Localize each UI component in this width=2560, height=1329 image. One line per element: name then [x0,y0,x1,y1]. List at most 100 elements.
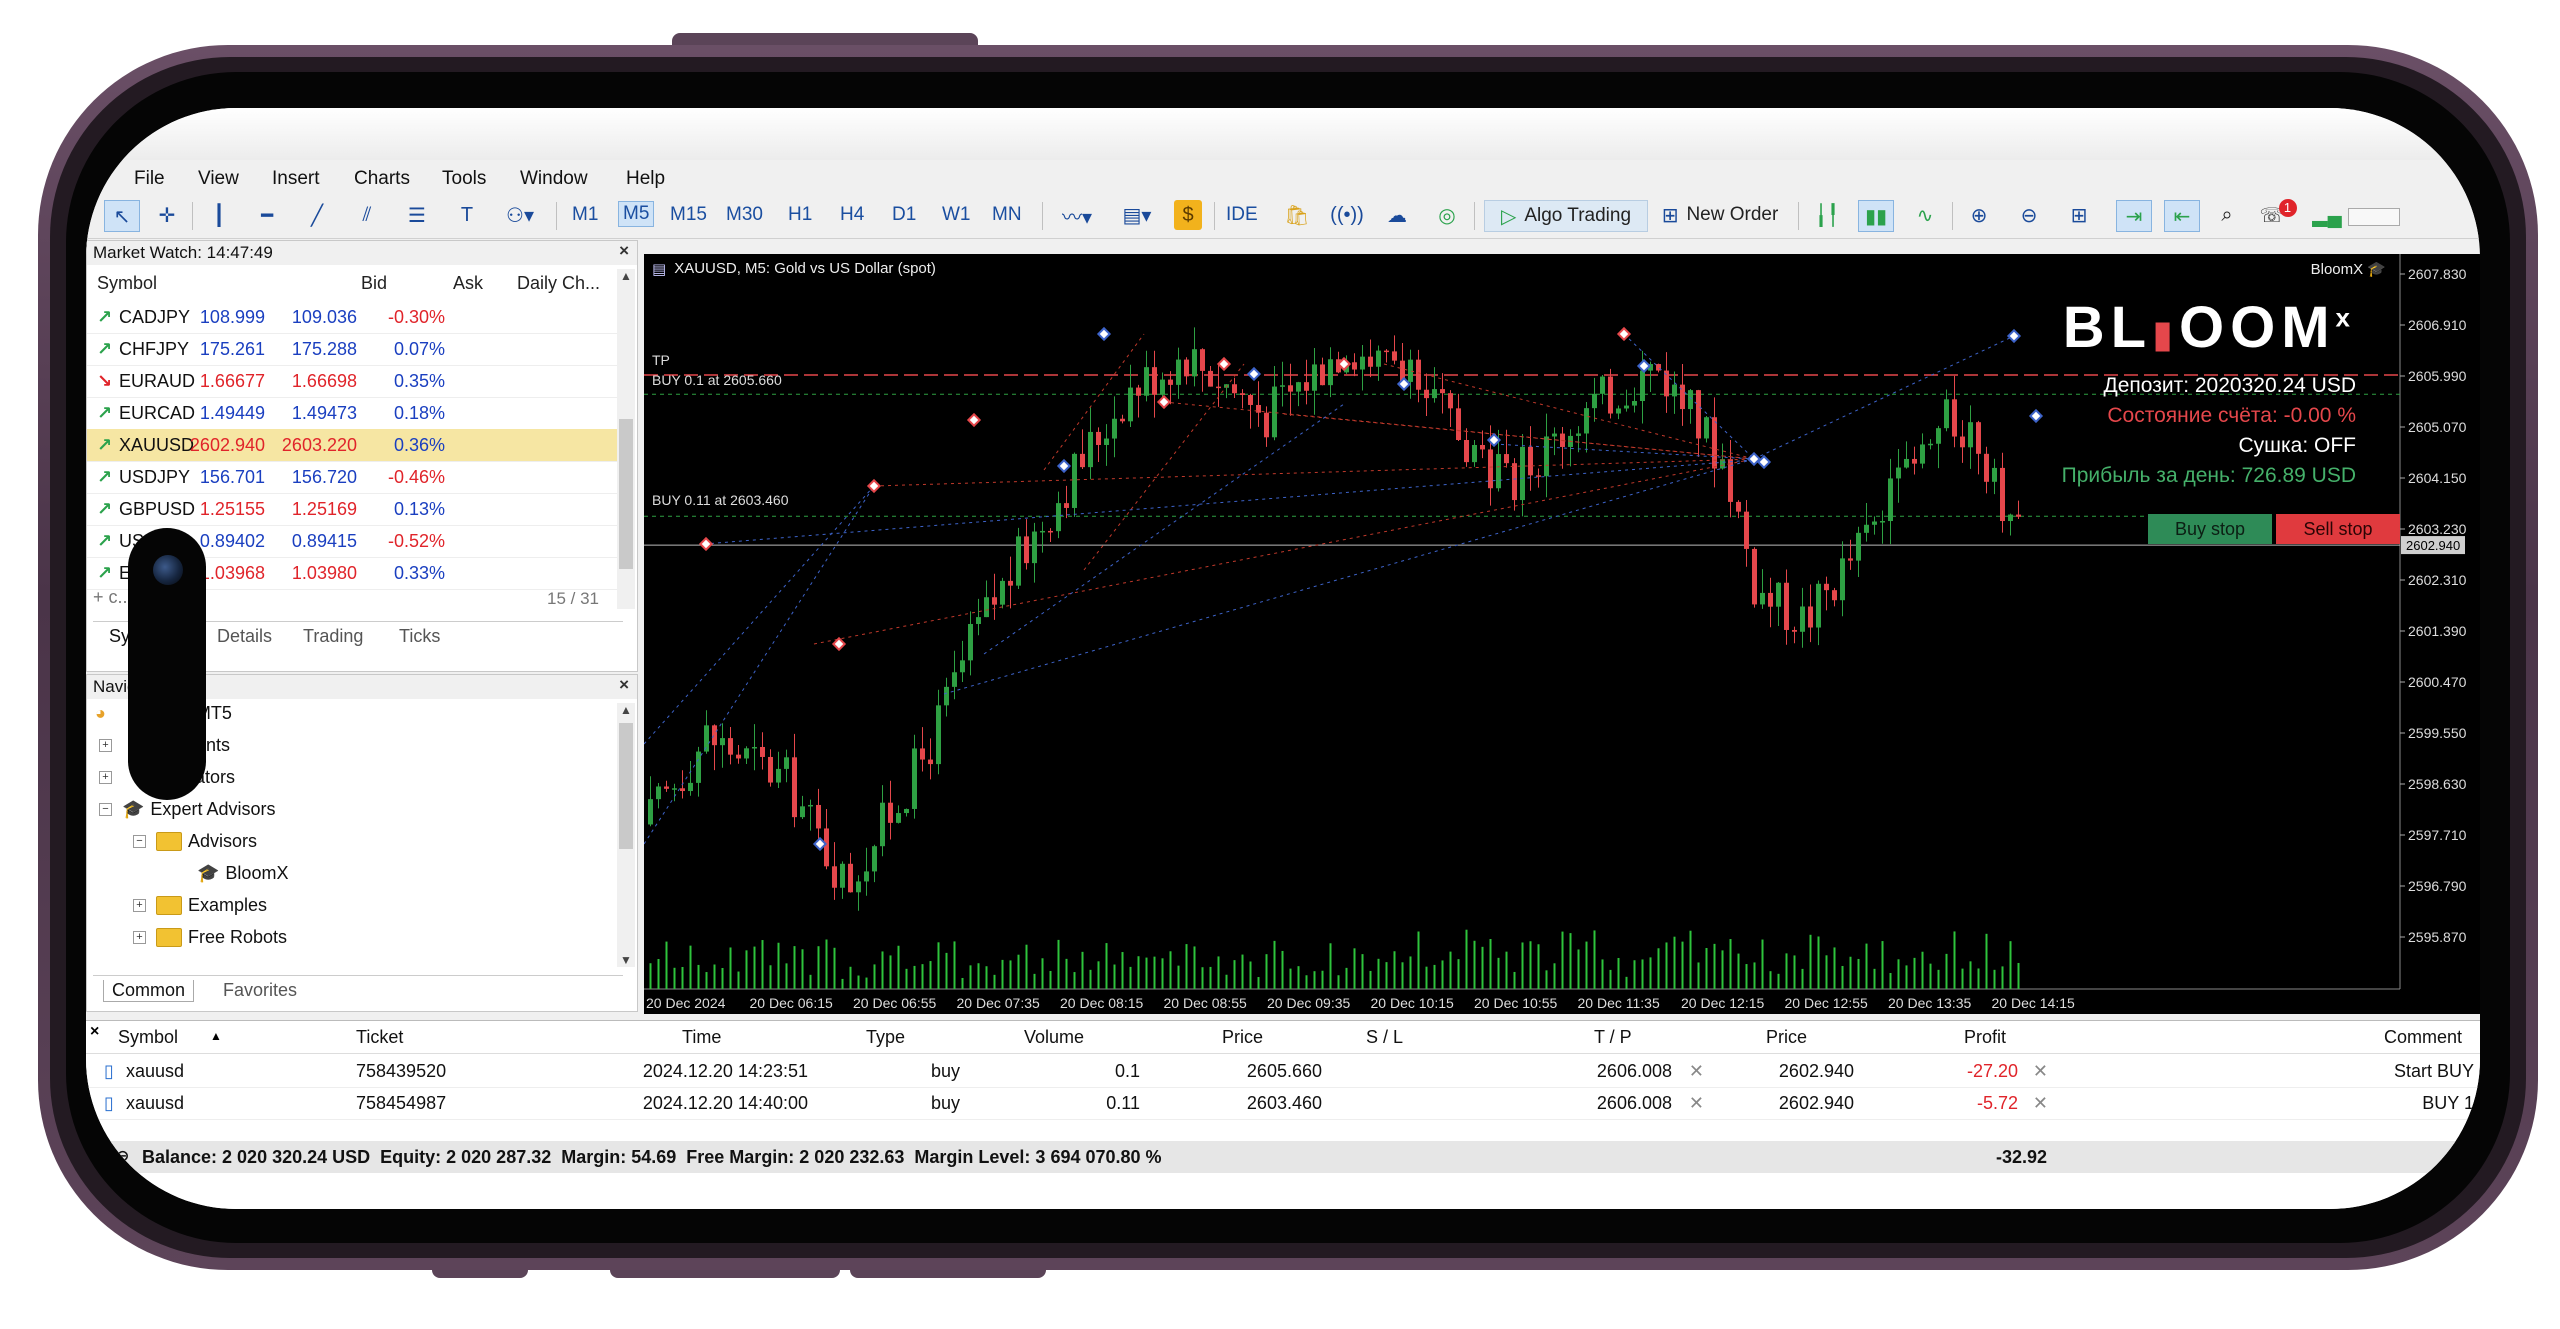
trade-row[interactable]: ▯ xauusd 758439520 2024.12.20 14:23:51 buy 0.… [86,1055,2480,1088]
col-comment[interactable]: Comment [2384,1027,2462,1048]
close-icon[interactable]: × [619,241,629,261]
timeframe-m30[interactable]: M30 [726,204,763,226]
expand-icon[interactable]: + [99,771,112,784]
scrollbar-thumb[interactable] [619,419,633,569]
tile-windows-icon[interactable]: ⊞ [2062,200,2096,230]
nav-advisors[interactable]: − Advisors [133,831,257,852]
market-watch-row[interactable]: ↗ USDJPY 156.701 156.720 -0.46% [87,461,625,494]
navigator-scrollbar[interactable]: ▲ ▼ [617,703,635,967]
col-type[interactable]: Type [866,1027,905,1048]
remove-tp-icon[interactable]: ✕ [1689,1093,1704,1114]
crosshair-icon[interactable]: ✛ [152,200,182,230]
column-daily-change[interactable]: Daily Ch... [517,273,600,294]
timeframe-h4[interactable]: H4 [840,204,864,226]
autoscroll-icon[interactable]: ⇥ [2116,200,2152,232]
web-icon[interactable]: ◎ [1430,200,1464,230]
expand-icon[interactable]: + [133,899,146,912]
market-watch-row[interactable]: ↘ EURAUD 1.66677 1.66698 0.35% [87,365,625,398]
col-sl[interactable]: S / L [1366,1027,1403,1048]
indicators-icon[interactable]: 〰▾ [1052,200,1102,230]
timeframe-h1[interactable]: H1 [788,204,812,226]
close-icon[interactable]: × [619,675,629,695]
cursor-icon[interactable]: ↖ [104,200,140,232]
menu-insert[interactable]: Insert [272,168,320,190]
timeframe-m15[interactable]: M15 [670,204,707,226]
line-chart-icon[interactable]: ∿ [1908,200,1942,230]
market-watch-row[interactable]: ↗ CADJPY 108.999 109.036 -0.30% [87,301,625,334]
scroll-up-icon[interactable]: ▲ [617,269,635,283]
nav-expert-advisors[interactable]: − 🎓 Expert Advisors [99,799,275,820]
timeframe-mn[interactable]: MN [992,204,1022,226]
vps-icon[interactable]: ((•)) [1330,200,1364,230]
col-current-price[interactable]: Price [1766,1027,1807,1048]
chart-shift-icon[interactable]: ⇤ [2164,200,2200,232]
timeframe-w1[interactable]: W1 [942,204,971,226]
menu-charts[interactable]: Charts [354,168,410,190]
trade-row[interactable]: ▯ xauusd 758454987 2024.12.20 14:40:00 buy 0.… [86,1087,2480,1120]
tab-symbols[interactable]: Sy [109,626,130,647]
menu-tools[interactable]: Tools [442,168,486,190]
new-order-button[interactable]: ⊞ New Order [1654,200,1786,230]
column-bid[interactable]: Bid [361,273,387,294]
market-watch-row[interactable]: ↗ XAUUSD 2602.940 2603.220 0.36% [87,429,625,462]
col-time[interactable]: Time [682,1027,721,1048]
zoom-out-icon[interactable]: ⊖ [2012,200,2046,230]
nav-examples[interactable]: + Examples [133,895,267,916]
scroll-up-icon[interactable]: ▲ [617,703,635,717]
sell-stop-button[interactable]: Sell stop [2276,514,2400,544]
cloud-icon[interactable]: ☁ [1380,200,1414,230]
market-icon[interactable]: 🛍 [1282,200,1312,230]
collapse-icon[interactable]: ⊖ [116,1146,129,1166]
close-position-icon[interactable]: ✕ [2033,1093,2048,1114]
tab-details[interactable]: Details [217,626,272,647]
menu-file[interactable]: File [134,168,165,190]
col-ticket[interactable]: Ticket [356,1027,403,1048]
collapse-icon[interactable]: − [133,835,146,848]
trendline-icon[interactable]: ╱ [302,200,332,230]
nav-bloomx[interactable]: 🎓 BloomX [197,863,288,884]
fibonacci-icon[interactable]: ☰ [402,200,432,230]
menu-help[interactable]: Help [626,168,665,190]
scrollbar-thumb[interactable] [619,723,633,849]
close-position-icon[interactable]: ✕ [2033,1061,2048,1082]
tab-ticks[interactable]: Ticks [399,626,440,647]
col-profit[interactable]: Profit [1964,1027,2006,1048]
col-volume[interactable]: Volume [1024,1027,1084,1048]
templates-icon[interactable]: ▤▾ [1112,200,1162,230]
shapes-icon[interactable]: ⚇▾ [496,200,544,230]
bar-chart-icon[interactable]: ╽╿ [1810,200,1844,230]
timeframe-d1[interactable]: D1 [892,204,916,226]
notifications-icon[interactable]: ☏ 1 [2256,199,2300,230]
text-icon[interactable]: T [452,200,482,230]
search-icon[interactable]: ⌕ [2212,200,2242,230]
chart-window[interactable]: 2607.830 2606.910 2605.990 2605.070 2604.150… [644,254,2480,1014]
market-watch-row[interactable]: ↗ EURCAD 1.49449 1.49473 0.18% [87,397,625,430]
tab-trading[interactable]: Trading [303,626,363,647]
column-ask[interactable]: Ask [453,273,483,294]
column-symbol[interactable]: Symbol [97,273,157,294]
tab-common[interactable]: Common [103,980,195,1002]
market-watch-scrollbar[interactable]: ▲ [617,269,635,609]
expand-icon[interactable]: + [133,931,146,944]
buy-stop-button[interactable]: Buy stop [2148,514,2272,544]
scroll-down-icon[interactable]: ▼ [617,953,635,967]
market-watch-row[interactable]: ↗ GBPUSD 1.25155 1.25169 0.13% [87,493,625,526]
col-price[interactable]: Price [1222,1027,1263,1048]
menu-window[interactable]: Window [520,168,588,190]
vertical-line-icon[interactable]: ┃ [204,200,234,230]
col-symbol[interactable]: Symbol [118,1027,178,1048]
market-watch-row[interactable]: ↗ CHFJPY 175.261 175.288 0.07% [87,333,625,366]
zoom-in-icon[interactable]: ⊕ [1962,200,1996,230]
candle-chart-icon[interactable]: ▮▮ [1858,200,1894,232]
signals-icon[interactable]: $ [1174,200,1202,230]
expand-icon[interactable]: + [99,739,112,752]
remove-tp-icon[interactable]: ✕ [1689,1061,1704,1082]
timeframe-m5[interactable]: M5 [618,201,655,227]
timeframe-m1[interactable]: M1 [572,204,598,226]
menu-view[interactable]: View [198,168,239,190]
col-tp[interactable]: T / P [1594,1027,1632,1048]
ide-button[interactable]: IDE [1226,204,1258,226]
collapse-icon[interactable]: − [99,803,112,816]
channel-icon[interactable]: ⫽ [352,200,382,230]
algo-trading-button[interactable]: ▷ Algo Trading [1484,200,1648,232]
